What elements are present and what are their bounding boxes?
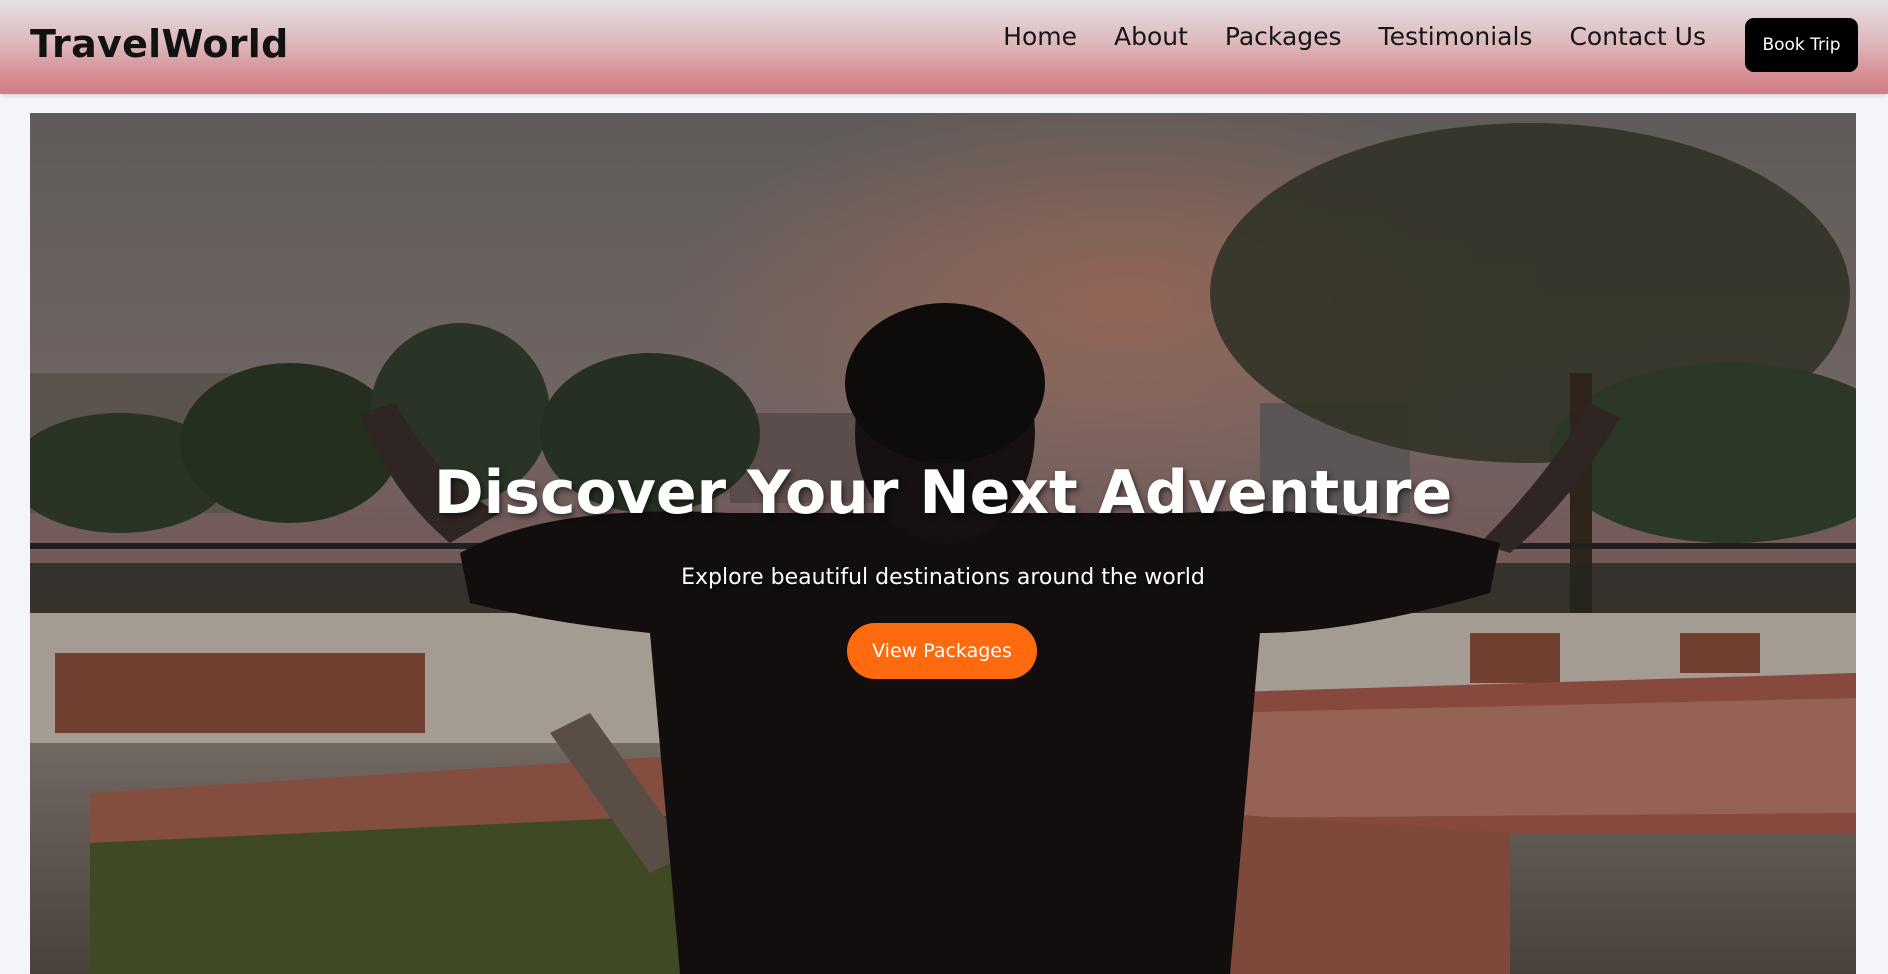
nav-link-packages[interactable]: Packages [1225, 22, 1342, 51]
nav-link-testimonials[interactable]: Testimonials [1379, 22, 1533, 51]
hero-section: Discover Your Next Adventure Explore bea… [30, 113, 1856, 974]
nav-link-home[interactable]: Home [1003, 22, 1077, 51]
nav-links: Home About Packages Testimonials Contact… [1003, 22, 1706, 51]
view-packages-button[interactable]: View Packages [847, 623, 1037, 679]
hero-title: Discover Your Next Adventure [433, 458, 1453, 528]
book-trip-button[interactable]: Book Trip [1745, 18, 1858, 72]
navbar: TravelWorld Home About Packages Testimon… [0, 0, 1888, 94]
brand-logo[interactable]: TravelWorld [30, 22, 289, 66]
hero-subtitle: Explore beautiful destinations around th… [681, 565, 1205, 590]
nav-link-about[interactable]: About [1114, 22, 1188, 51]
hero-overlay [30, 113, 1856, 974]
nav-link-contact[interactable]: Contact Us [1569, 22, 1706, 51]
